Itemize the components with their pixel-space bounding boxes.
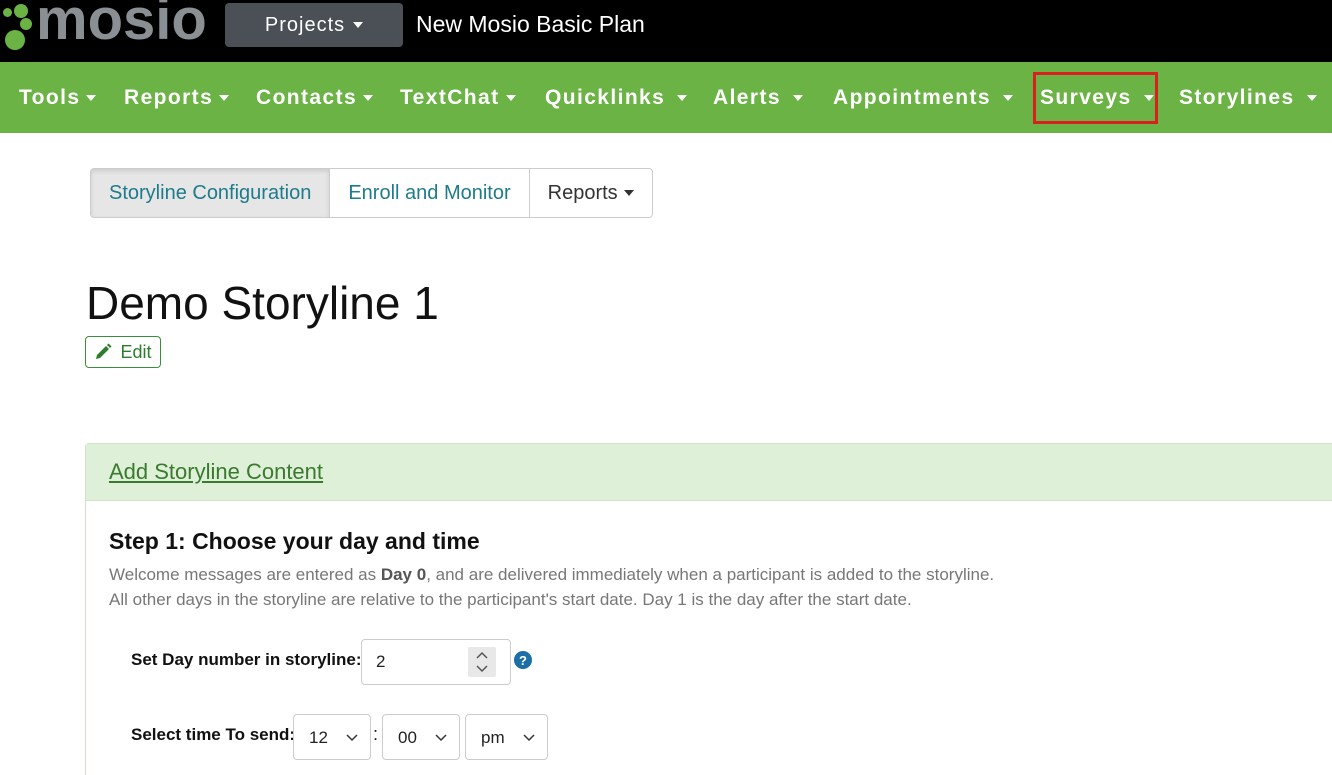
caret-down-icon xyxy=(792,94,803,101)
hour-value: 12 xyxy=(309,728,328,747)
nav-item-storylines[interactable]: Storylines xyxy=(1179,62,1317,133)
time-label: Select time To send: xyxy=(131,725,296,744)
edit-label: Edit xyxy=(120,341,152,362)
nav-label: Quicklinks xyxy=(545,85,666,109)
caret-down-icon xyxy=(86,94,97,101)
plan-title: New Mosio Basic Plan xyxy=(416,11,645,37)
desc-line2: All other days in the storyline are rela… xyxy=(109,590,912,609)
caret-down-icon xyxy=(623,190,634,196)
nav-item-appointments[interactable]: Appointments xyxy=(833,62,1013,133)
mosio-logo[interactable]: mosio xyxy=(0,0,215,52)
caret-down-icon xyxy=(505,94,516,101)
nav-label: Alerts xyxy=(713,85,781,109)
ampm-select[interactable]: pm xyxy=(465,714,548,760)
top-bar: mosio Projects New Mosio Basic Plan xyxy=(0,0,1332,62)
desc-line1-bold: Day 0 xyxy=(380,565,427,584)
caret-down-icon xyxy=(353,22,364,28)
nav-item-contacts[interactable]: Contacts xyxy=(256,62,374,133)
nav-label: Reports xyxy=(124,85,214,109)
tab-reports-label: Reports xyxy=(547,181,618,204)
desc-line1-post: , and are delivered immediately when a p… xyxy=(426,565,995,584)
projects-label: Projects xyxy=(264,13,346,36)
caret-down-icon xyxy=(1002,94,1013,101)
caret-down-icon xyxy=(363,94,374,101)
panel-header: Add Storyline Content xyxy=(86,444,1332,501)
edit-button[interactable]: Edit xyxy=(85,336,161,368)
caret-down-icon xyxy=(219,94,230,101)
chevron-down-icon xyxy=(523,734,535,742)
logo-text: mosio xyxy=(36,0,207,52)
tab-enroll-and-monitor[interactable]: Enroll and Monitor xyxy=(330,169,530,217)
minute-value: 00 xyxy=(398,728,417,747)
hour-select[interactable]: 12 xyxy=(293,714,371,760)
nav-item-alerts[interactable]: Alerts xyxy=(713,62,803,133)
projects-dropdown-button[interactable]: Projects xyxy=(225,3,403,47)
time-separator: : xyxy=(373,724,379,744)
nav-label: Contacts xyxy=(256,85,358,109)
nav-item-quicklinks[interactable]: Quicklinks xyxy=(545,62,688,133)
day-number-value: 2 xyxy=(376,652,386,671)
storyline-tabs: Storyline Configuration Enroll and Monit… xyxy=(90,168,653,218)
step-title: Step 1: Choose your day and time xyxy=(109,528,480,554)
caret-down-icon xyxy=(677,94,688,101)
tab-storyline-configuration[interactable]: Storyline Configuration xyxy=(91,169,331,217)
tab-reports[interactable]: Reports xyxy=(529,169,652,217)
spinner-arrows-icon xyxy=(476,651,488,673)
pencil-icon xyxy=(96,343,112,359)
surveys-highlight-box xyxy=(1033,72,1158,124)
nav-label: TextChat xyxy=(400,85,500,109)
number-spinner[interactable] xyxy=(468,647,496,677)
help-icon[interactable]: ? xyxy=(514,651,532,669)
logo-dots-icon xyxy=(0,0,40,52)
nav-label: Tools xyxy=(19,85,81,109)
nav-item-textchat[interactable]: TextChat xyxy=(400,62,516,133)
caret-down-icon xyxy=(1306,94,1317,101)
nav-item-tools[interactable]: Tools xyxy=(19,62,97,133)
chevron-down-icon xyxy=(435,734,447,742)
desc-line1-pre: Welcome messages are entered as xyxy=(109,565,381,584)
chevron-down-icon xyxy=(346,734,358,742)
nav-item-reports[interactable]: Reports xyxy=(124,62,230,133)
minute-select[interactable]: 00 xyxy=(382,714,460,760)
page-title: Demo Storyline 1 xyxy=(86,277,439,329)
nav-label: Storylines xyxy=(1179,85,1295,109)
step-description: Welcome messages are entered as Day 0, a… xyxy=(109,562,994,612)
day-number-label: Set Day number in storyline: xyxy=(131,650,362,669)
add-storyline-content-link[interactable]: Add Storyline Content xyxy=(109,459,323,485)
nav-label: Appointments xyxy=(833,85,991,109)
ampm-value: pm xyxy=(481,728,505,747)
day-number-input[interactable]: 2 xyxy=(361,639,511,685)
